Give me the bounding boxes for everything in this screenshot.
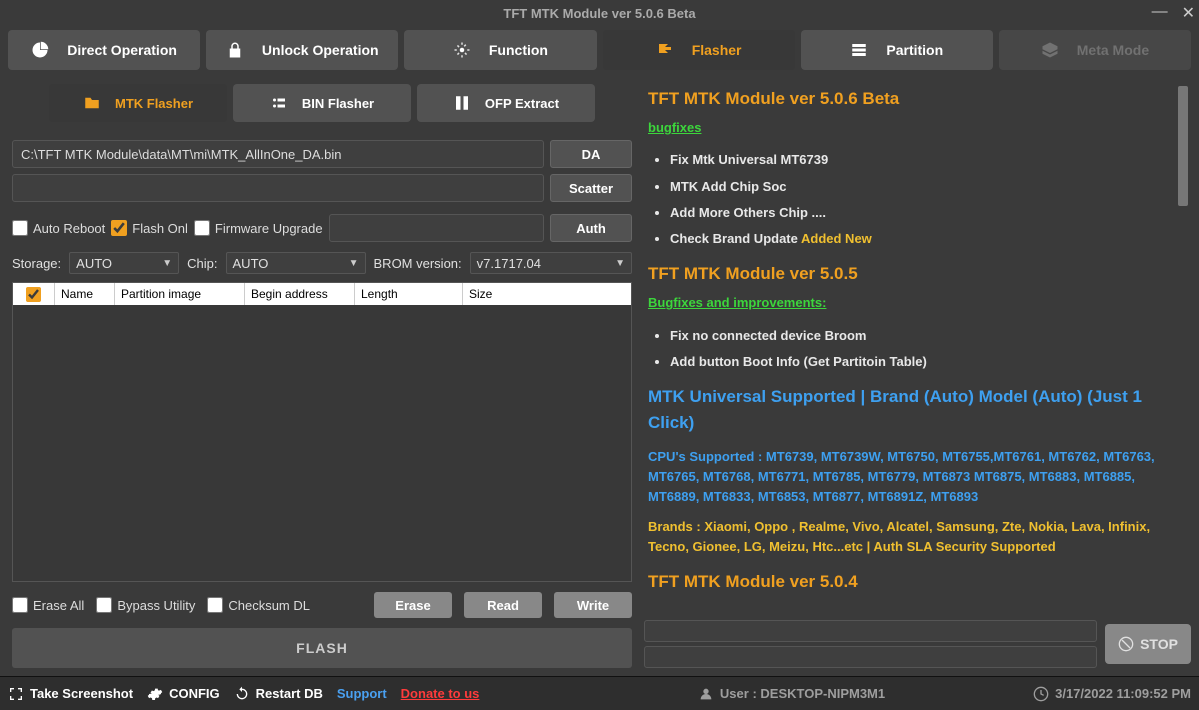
chk-auto-reboot[interactable]: Auto Reboot: [12, 220, 105, 236]
stop-icon: [1118, 636, 1134, 652]
th-size[interactable]: Size: [463, 283, 631, 305]
bugfixes-link-2[interactable]: Bugfixes and improvements:: [648, 293, 826, 313]
sub-tabs: MTK Flasher BIN Flasher OFP Extract: [12, 84, 632, 122]
subtab-mtk-flasher[interactable]: MTK Flasher: [49, 84, 227, 122]
bugfixes-link[interactable]: bugfixes: [648, 118, 701, 138]
titlebar: TFT MTK Module ver 5.0.6 Beta — ✕: [0, 0, 1199, 26]
th-partition-image[interactable]: Partition image: [115, 283, 245, 305]
statusbar: Take Screenshot CONFIG Restart DB Suppor…: [0, 676, 1199, 710]
flasher-icon: [656, 41, 674, 59]
fullscreen-icon: [8, 686, 24, 702]
main-tabs: Direct Operation Unlock Operation Functi…: [0, 26, 1199, 74]
folder-icon: [83, 94, 101, 112]
scatter-path-input[interactable]: [12, 174, 544, 202]
partition-icon: [850, 41, 868, 59]
brom-label: BROM version:: [374, 256, 462, 271]
subtab-bin-flasher[interactable]: BIN Flasher: [233, 84, 411, 122]
th-length[interactable]: Length: [355, 283, 463, 305]
meta-icon: [1041, 41, 1059, 59]
brands-supported: Brands : Xiaomi, Oppo , Realme, Vivo, Al…: [648, 517, 1183, 557]
tab-flasher[interactable]: Flasher: [603, 30, 795, 70]
restart-icon: [234, 686, 250, 702]
chip-label: Chip:: [187, 256, 217, 271]
tab-meta-mode[interactable]: Meta Mode: [999, 30, 1191, 70]
stop-button[interactable]: STOP: [1105, 624, 1191, 664]
th-name[interactable]: Name: [55, 283, 115, 305]
sb-config[interactable]: CONFIG: [147, 686, 220, 702]
user-icon: [698, 686, 714, 702]
minimize-icon[interactable]: —: [1152, 3, 1168, 23]
tab-unlock-operation[interactable]: Unlock Operation: [206, 30, 398, 70]
storage-label: Storage:: [12, 256, 61, 271]
chk-firmware-upgrade[interactable]: Firmware Upgrade: [194, 220, 323, 236]
bin-icon: [270, 94, 288, 112]
sb-user: User : DESKTOP-NIPM3M1: [698, 686, 885, 702]
chip-combo[interactable]: AUTO▼: [226, 252, 366, 274]
th-checkbox[interactable]: [13, 283, 55, 305]
tab-partition[interactable]: Partition: [801, 30, 993, 70]
changelog-panel: TFT MTK Module ver 5.0.6 Beta bugfixes F…: [644, 82, 1191, 612]
progress-1: [644, 620, 1097, 642]
scatter-button[interactable]: Scatter: [550, 174, 632, 202]
auth-button[interactable]: Auth: [550, 214, 632, 242]
auth-path-input[interactable]: [329, 214, 544, 242]
sb-donate[interactable]: Donate to us: [401, 686, 480, 701]
sb-datetime: 3/17/2022 11:09:52 PM: [1033, 686, 1191, 702]
vertical-scrollbar[interactable]: [1175, 82, 1191, 612]
th-begin-address[interactable]: Begin address: [245, 283, 355, 305]
subtab-ofp-extract[interactable]: OFP Extract: [417, 84, 595, 122]
chevron-down-icon: ▼: [349, 258, 359, 269]
da-path-input[interactable]: [12, 140, 544, 168]
sb-restart-db[interactable]: Restart DB: [234, 686, 323, 702]
table-body[interactable]: [13, 305, 631, 581]
chk-bypass-utility[interactable]: Bypass Utility: [96, 597, 195, 613]
erase-button[interactable]: Erase: [374, 592, 452, 618]
close-icon[interactable]: ✕: [1182, 3, 1195, 23]
da-button[interactable]: DA: [550, 140, 632, 168]
changelog-title-4: TFT MTK Module ver 5.0.4: [648, 569, 1183, 595]
chk-erase-all[interactable]: Erase All: [12, 597, 84, 613]
clock-icon: [1033, 686, 1049, 702]
chk-flash-only[interactable]: Flash Onl: [111, 220, 188, 236]
function-icon: [453, 41, 471, 59]
bugfix-list-1: Fix Mtk Universal MT6739 MTK Add Chip So…: [648, 150, 1183, 249]
changelog-title-1: TFT MTK Module ver 5.0.6 Beta: [648, 86, 1183, 112]
storage-combo[interactable]: AUTO▼: [69, 252, 179, 274]
flash-button[interactable]: FLASH: [12, 628, 632, 668]
progress-2: [644, 646, 1097, 668]
pie-icon: [31, 41, 49, 59]
cpu-supported: CPU's Supported : MT6739, MT6739W, MT675…: [648, 447, 1183, 507]
write-button[interactable]: Write: [554, 592, 632, 618]
tab-direct-operation[interactable]: Direct Operation: [8, 30, 200, 70]
gear-icon: [147, 686, 163, 702]
bugfix-list-2: Fix no connected device Broom Add button…: [648, 326, 1183, 372]
mtk-universal-heading: MTK Universal Supported | Brand (Auto) M…: [648, 384, 1183, 437]
partition-table: Name Partition image Begin address Lengt…: [12, 282, 632, 582]
window-title: TFT MTK Module ver 5.0.6 Beta: [503, 6, 695, 21]
tab-function[interactable]: Function: [404, 30, 596, 70]
read-button[interactable]: Read: [464, 592, 542, 618]
brom-combo[interactable]: v7.1717.04▼: [470, 252, 632, 274]
sb-support[interactable]: Support: [337, 686, 387, 701]
changelog-title-2: TFT MTK Module ver 5.0.5: [648, 261, 1183, 287]
table-header: Name Partition image Begin address Lengt…: [13, 283, 631, 305]
chevron-down-icon: ▼: [615, 258, 625, 269]
extract-icon: [453, 94, 471, 112]
scroll-thumb[interactable]: [1178, 86, 1188, 206]
chk-checksum-dl[interactable]: Checksum DL: [207, 597, 310, 613]
sb-take-screenshot[interactable]: Take Screenshot: [8, 686, 133, 702]
lock-icon: [226, 41, 244, 59]
chevron-down-icon: ▼: [162, 258, 172, 269]
